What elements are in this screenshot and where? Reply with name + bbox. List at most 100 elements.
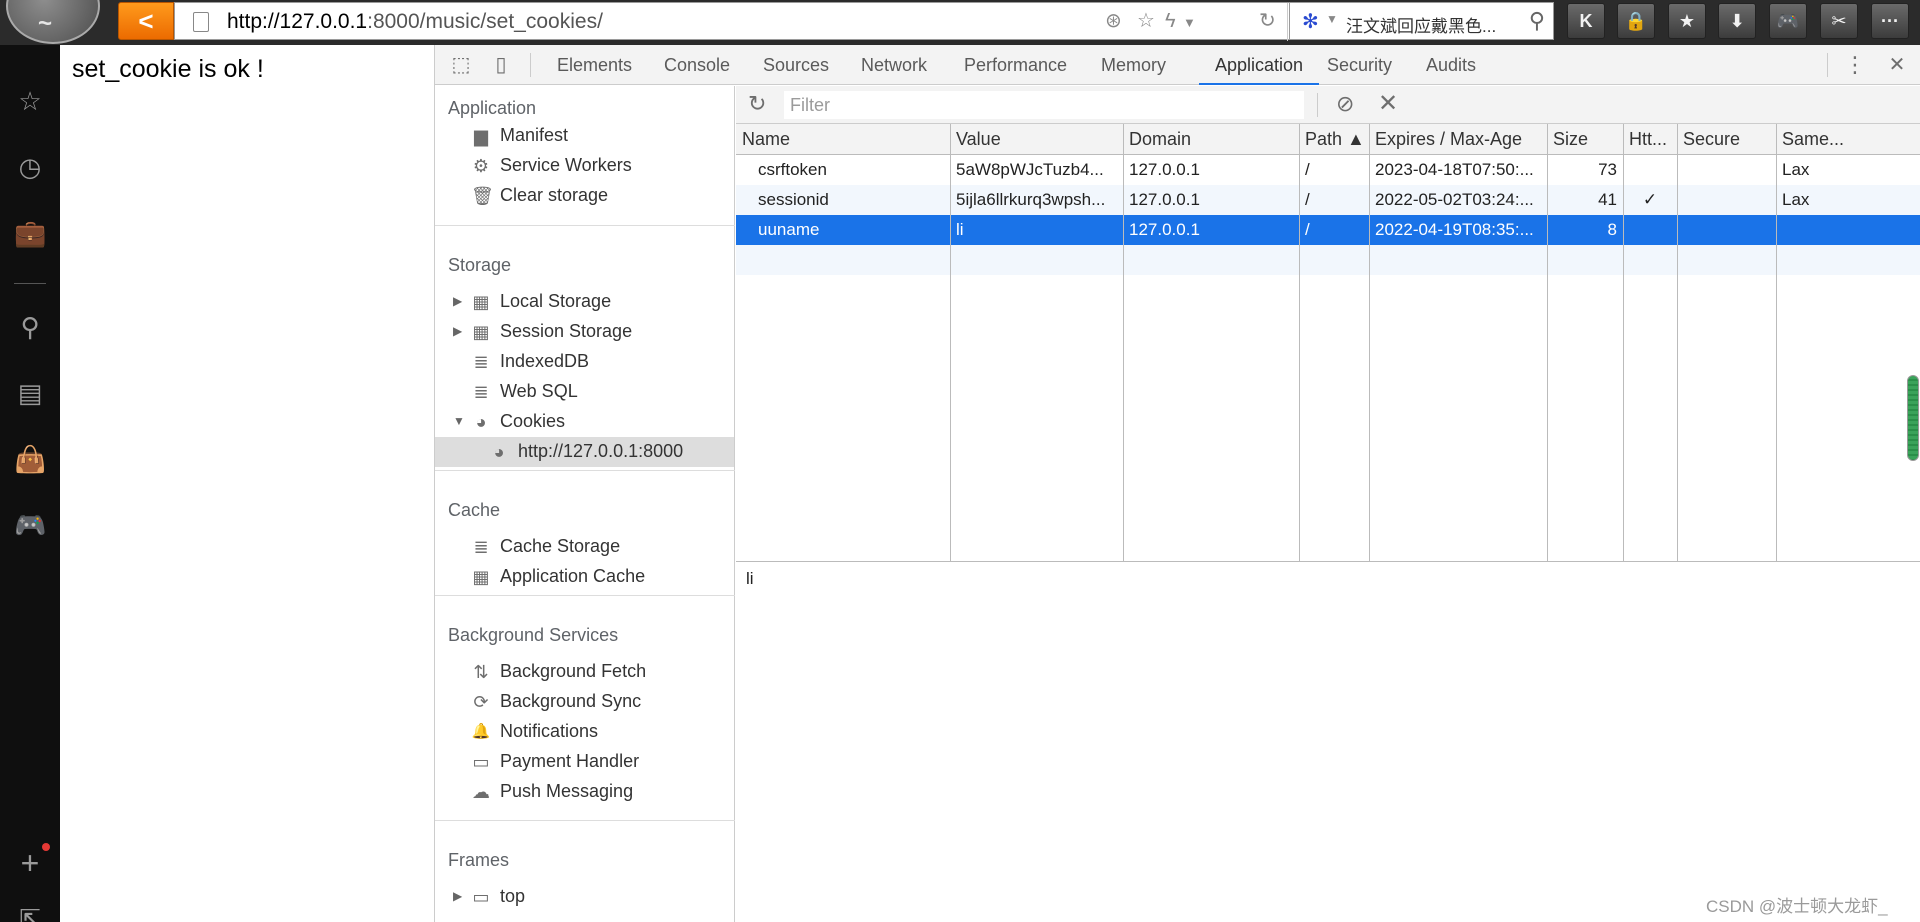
column-divider[interactable] (1123, 124, 1124, 561)
favorites-star-icon[interactable]: ☆ (14, 85, 46, 117)
grid-icon: ▦ (472, 292, 490, 312)
tree-item-notifications[interactable]: 🔔 Notifications (435, 717, 734, 747)
compat-mode-icon[interactable]: ⊛ (1105, 9, 1122, 33)
ext-gamepad-icon[interactable]: 🎮 (1769, 3, 1807, 39)
tree-item-cache-storage[interactable]: ≣ Cache Storage (435, 532, 734, 562)
tab-performance[interactable]: Performance (962, 45, 1069, 85)
column-divider[interactable] (950, 124, 951, 561)
ext-scissors-icon[interactable]: ✂ (1820, 3, 1858, 39)
chevron-down-icon[interactable]: ▼ (1183, 11, 1196, 35)
tab-network[interactable]: Network (859, 45, 929, 85)
sidebar-divider (14, 283, 46, 284)
watermark: CSDN @波士顿大龙虾_ (1706, 897, 1888, 916)
collapse-icon[interactable]: ⇱ (14, 903, 46, 922)
search-text[interactable]: 汪文斌回应戴黑色... (1346, 12, 1496, 37)
ext-star-icon[interactable]: ★ (1668, 3, 1706, 39)
delete-selected-icon[interactable]: ✕ (1378, 89, 1398, 118)
table-row[interactable]: sessionid 5ijla6llrkurq3wpsh... 127.0.0.… (736, 185, 1920, 215)
scrollbar-thumb[interactable] (1907, 375, 1919, 461)
column-header-secure[interactable]: Secure (1677, 124, 1776, 155)
more-options-icon[interactable]: ⋮ (1843, 53, 1867, 77)
tree-item-clear-storage[interactable]: 🗑 Clear storage (435, 181, 734, 211)
tab-memory[interactable]: Memory (1099, 45, 1168, 85)
tab-console[interactable]: Console (662, 45, 732, 85)
column-header-value[interactable]: Value (950, 124, 1123, 155)
history-clock-icon[interactable]: ◷ (14, 151, 46, 183)
tree-item-service-workers[interactable]: ⚙ Service Workers (435, 151, 734, 181)
tree-item-session-storage[interactable]: ▶ ▦ Session Storage (435, 317, 734, 347)
back-button[interactable]: < (118, 2, 174, 40)
add-icon[interactable]: + (14, 847, 46, 879)
column-header-size[interactable]: Size (1547, 124, 1623, 155)
search-icon[interactable]: ⚲ (14, 311, 46, 343)
tree-item-background-sync[interactable]: ⟳ Background Sync (435, 687, 734, 717)
gear-icon: ⚙ (472, 156, 490, 176)
table-row-selected[interactable]: uuname li 127.0.0.1 / 2022-04-19T08:35:.… (736, 215, 1920, 245)
tree-item-local-storage[interactable]: ▶ ▦ Local Storage (435, 287, 734, 317)
tab-security[interactable]: Security (1325, 45, 1394, 85)
column-header-samesite[interactable]: Same... (1776, 124, 1920, 155)
tree-item-cookies[interactable]: ▼ ◕ Cookies (435, 407, 734, 437)
table-row[interactable]: csrftoken 5aW8pWJcTuzb4... 127.0.0.1 / 2… (736, 155, 1920, 185)
browser-logo[interactable]: ~ (6, 0, 100, 44)
ext-more-icon[interactable]: ··· (1871, 3, 1909, 39)
lightning-icon[interactable]: ϟ (1165, 9, 1176, 33)
cookies-toolbar: ↻ ⊘ ✕ (736, 86, 1920, 124)
shopping-bag-icon[interactable]: 👜 (14, 443, 46, 475)
tree-item-background-fetch[interactable]: ⇅ Background Fetch (435, 657, 734, 687)
device-toolbar-icon[interactable]: ▯ (489, 53, 513, 77)
table-row-empty[interactable] (736, 245, 1920, 275)
section-divider (435, 225, 735, 226)
column-header-expires[interactable]: Expires / Max-Age (1369, 124, 1547, 155)
column-header-name[interactable]: Name (736, 124, 950, 155)
tree-item-manifest[interactable]: ▆ Manifest (435, 121, 734, 151)
column-divider[interactable] (1369, 124, 1370, 561)
briefcase-icon[interactable]: 💼 (14, 217, 46, 249)
tree-item-cookie-origin[interactable]: ◕ http://127.0.0.1:8000 (435, 437, 734, 467)
expand-arrow-icon[interactable]: ▶ (453, 294, 462, 308)
favorite-star-icon[interactable]: ☆ (1137, 9, 1155, 33)
clear-all-icon[interactable]: ⊘ (1336, 91, 1354, 117)
trash-icon: 🗑 (471, 186, 494, 206)
tab-audits[interactable]: Audits (1424, 45, 1478, 85)
column-divider[interactable] (1623, 124, 1624, 561)
search-engine-dropdown-icon[interactable]: ▼ (1326, 12, 1338, 26)
ext-download-icon[interactable]: ⬇ (1718, 3, 1756, 39)
inspect-element-icon[interactable]: ⬚ (449, 53, 473, 77)
tree-item-frame-top[interactable]: ▶ ▭ top (435, 882, 734, 912)
close-devtools-icon[interactable]: ✕ (1885, 53, 1909, 77)
search-box[interactable]: ✻ ▼ 汪文斌回应戴黑色... ⚲ (1290, 2, 1554, 40)
tree-item-indexeddb[interactable]: ≣ IndexedDB (435, 347, 734, 377)
cookies-table: Name Value Domain Path ▲ Expires / Max-A… (736, 124, 1920, 562)
collapse-arrow-icon[interactable]: ▼ (453, 414, 465, 428)
tree-item-web-sql[interactable]: ≣ Web SQL (435, 377, 734, 407)
column-header-domain[interactable]: Domain (1123, 124, 1299, 155)
column-divider[interactable] (1299, 124, 1300, 561)
ext-k-icon[interactable]: K (1567, 3, 1605, 39)
tree-item-push-messaging[interactable]: ☁ Push Messaging (435, 777, 734, 807)
tab-sources[interactable]: Sources (761, 45, 831, 85)
section-storage-header: Storage (448, 255, 512, 275)
column-divider[interactable] (1547, 124, 1548, 561)
tree-item-application-cache[interactable]: ▦ Application Cache (435, 562, 734, 592)
search-icon[interactable]: ⚲ (1529, 8, 1545, 34)
refresh-icon[interactable]: ↻ (748, 91, 766, 117)
toolbar-separator (1317, 93, 1318, 117)
gamepad-icon[interactable]: 🎮 (14, 509, 46, 541)
filter-input[interactable] (784, 91, 1304, 119)
news-icon[interactable]: ▤ (14, 377, 46, 409)
page-icon (193, 12, 209, 32)
tab-application[interactable]: Application (1199, 45, 1320, 85)
column-header-path[interactable]: Path ▲ (1299, 124, 1369, 155)
tab-elements[interactable]: Elements (555, 45, 634, 85)
column-divider[interactable] (1677, 124, 1678, 561)
url-text[interactable]: http://127.0.0.1:8000/music/set_cookies/ (227, 10, 603, 34)
reload-icon[interactable]: ↻ (1259, 9, 1276, 33)
expand-arrow-icon[interactable]: ▶ (453, 324, 462, 338)
ext-lock-icon[interactable]: 🔒 (1617, 3, 1655, 39)
address-bar[interactable]: http://127.0.0.1:8000/music/set_cookies/… (174, 2, 1290, 41)
column-header-httponly[interactable]: Htt... (1623, 124, 1677, 155)
expand-arrow-icon[interactable]: ▶ (453, 889, 462, 903)
tree-item-payment-handler[interactable]: ▭ Payment Handler (435, 747, 734, 777)
column-divider[interactable] (1776, 124, 1777, 561)
